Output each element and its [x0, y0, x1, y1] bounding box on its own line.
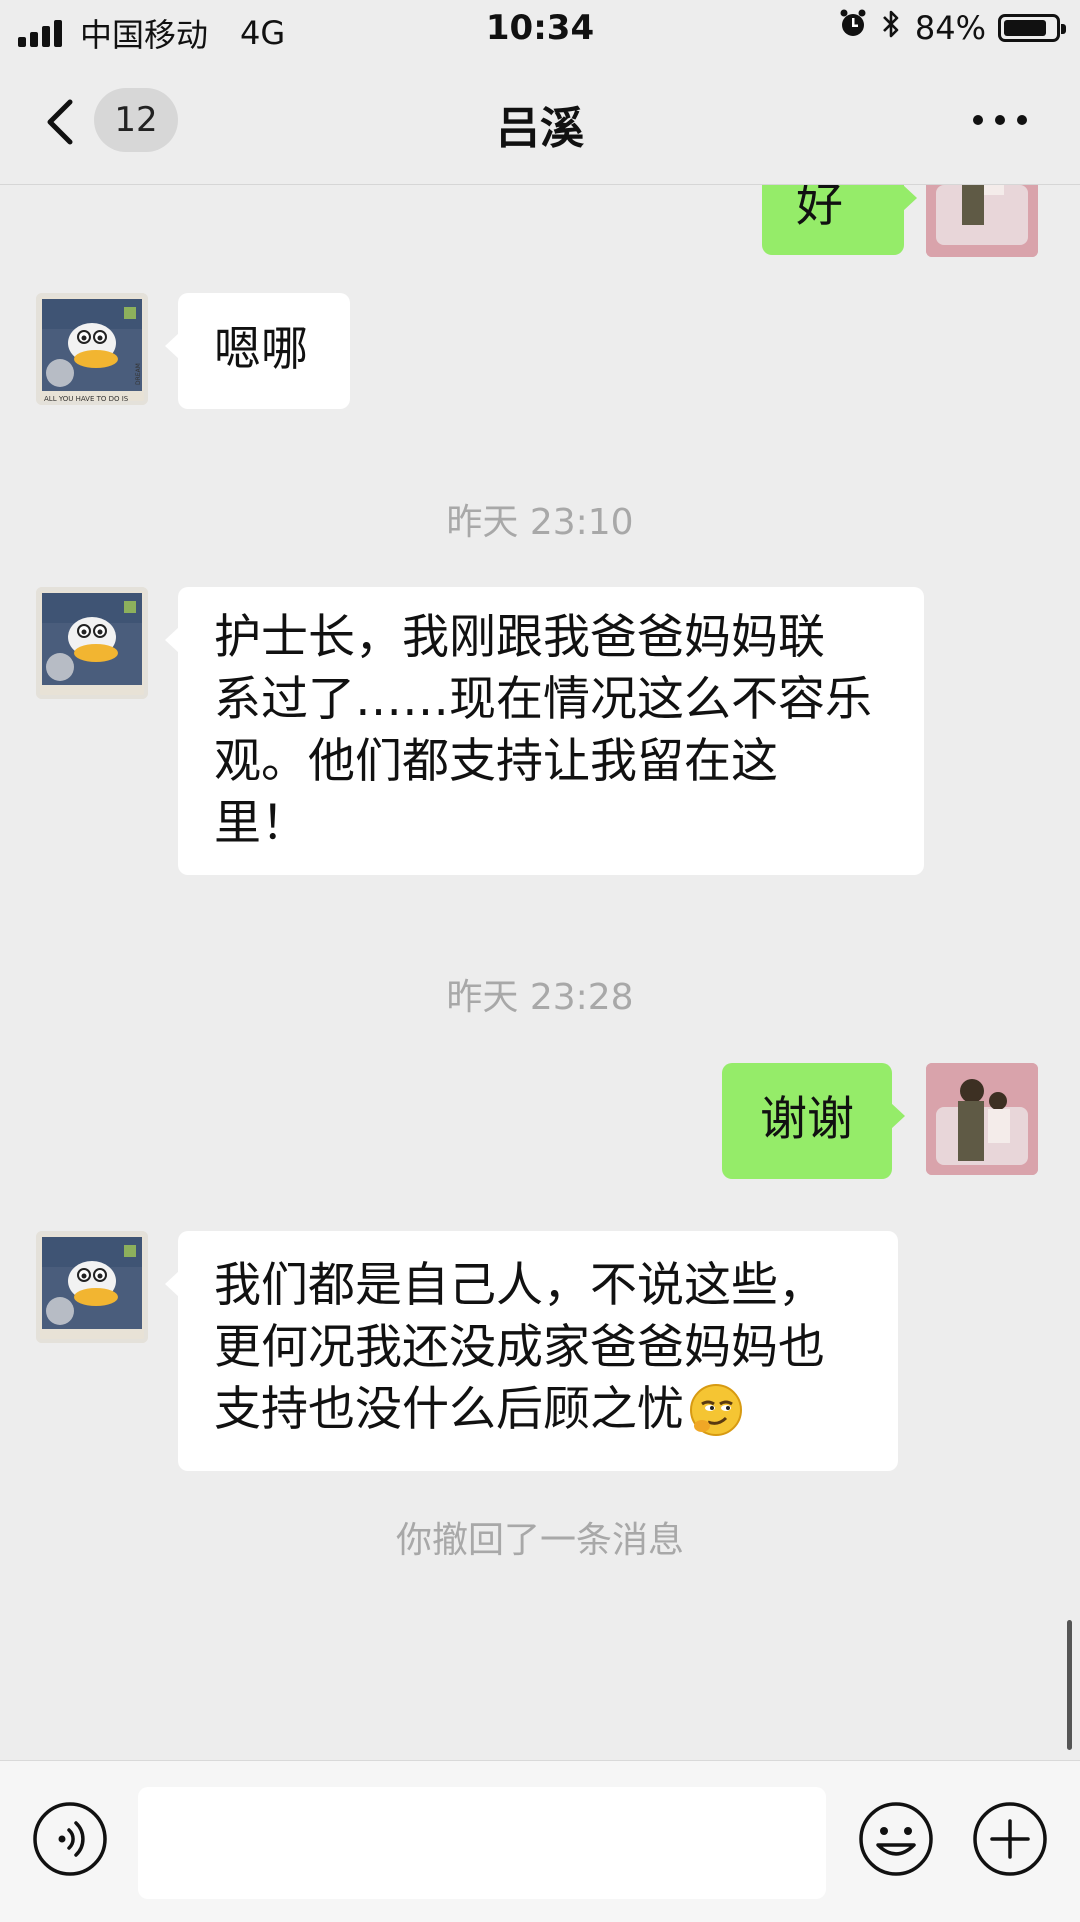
contact-avatar[interactable] [36, 587, 148, 699]
voice-icon [33, 1802, 107, 1876]
contact-avatar[interactable] [36, 1231, 148, 1343]
contact-avatar[interactable]: ALL YOU HAVE TO DO IS DREAM [36, 293, 148, 405]
smirking-face-emoji-icon [688, 1382, 744, 1438]
message-text: 嗯哪 [214, 322, 308, 377]
svg-text:DREAM: DREAM [135, 363, 142, 385]
self-avatar-photo [926, 1063, 1038, 1175]
self-avatar[interactable] [926, 1063, 1038, 1175]
message-bubble-contact[interactable]: 嗯哪 [165, 293, 350, 409]
message-line: 系过了……现在情况这么不容乐 [214, 672, 872, 727]
recall-notice: 你撤回了一条消息 [395, 1520, 684, 1561]
emoji-icon [859, 1802, 933, 1876]
more-dots-icon [973, 115, 1027, 125]
message-line: 我们都是自己人，不说这些， [214, 1258, 825, 1313]
battery-level-fill [1004, 20, 1046, 36]
bluetooth-icon [881, 8, 901, 48]
duck-avatar-image [42, 1237, 142, 1329]
message-text: 谢谢 [760, 1092, 854, 1147]
self-avatar[interactable] [926, 185, 1038, 257]
chat-header: 12 吕溪 [0, 60, 1080, 185]
message-bubble-self[interactable]: 好 [762, 185, 917, 255]
svg-text:ALL YOU HAVE TO DO IS: ALL YOU HAVE TO DO IS [44, 395, 129, 403]
more-functions-button[interactable] [972, 1801, 1048, 1877]
more-options-button[interactable] [970, 110, 1030, 130]
plus-icon [973, 1802, 1047, 1876]
message-timestamp: 昨天 23:28 [446, 977, 634, 1018]
message-line: 里！ [214, 796, 308, 851]
duck-avatar-image: ALL YOU HAVE TO DO IS DREAM [42, 299, 142, 403]
message-line: 护士长，我刚跟我爸爸妈妈联 [214, 610, 825, 665]
status-right: 84% [839, 8, 1066, 48]
message-line-with-emoji: 支持也没什么后顾之忧 [214, 1379, 898, 1441]
message-bubble-self[interactable]: 谢谢 [722, 1063, 905, 1179]
message-input-bar [0, 1760, 1080, 1922]
message-line: 更何况我还没成家爸爸妈妈也 [214, 1320, 825, 1375]
status-bar: 中国移动 4G 10:34 84% [0, 0, 1080, 60]
message-bubble-contact[interactable]: 护士长，我刚跟我爸爸妈妈联 系过了……现在情况这么不容乐 观。他们都支持让我留在… [165, 587, 924, 875]
voice-input-button[interactable] [32, 1801, 108, 1877]
chat-message-list[interactable]: 好 ALL YOU HAVE TO DO IS DREAM 嗯哪 昨天 23:1… [0, 185, 1080, 1760]
chat-title: 吕溪 [496, 103, 584, 154]
message-text: 好 [796, 185, 843, 233]
scroll-indicator[interactable] [1067, 1620, 1072, 1750]
self-avatar-photo [926, 185, 1038, 257]
message-line: 支持也没什么后顾之忧 [214, 1382, 684, 1437]
duck-avatar-image [42, 593, 142, 685]
battery-percent: 84% [914, 9, 986, 47]
battery-cap [1061, 24, 1066, 34]
emoji-button[interactable] [858, 1801, 934, 1877]
message-timestamp: 昨天 23:10 [446, 502, 634, 543]
battery-icon [998, 14, 1066, 42]
alarm-icon [839, 9, 867, 47]
message-text-input[interactable] [138, 1787, 826, 1899]
message-line: 观。他们都支持让我留在这 [214, 734, 778, 789]
message-bubble-contact[interactable]: 我们都是自己人，不说这些， 更何况我还没成家爸爸妈妈也 支持也没什么后顾之忧 [165, 1231, 898, 1471]
